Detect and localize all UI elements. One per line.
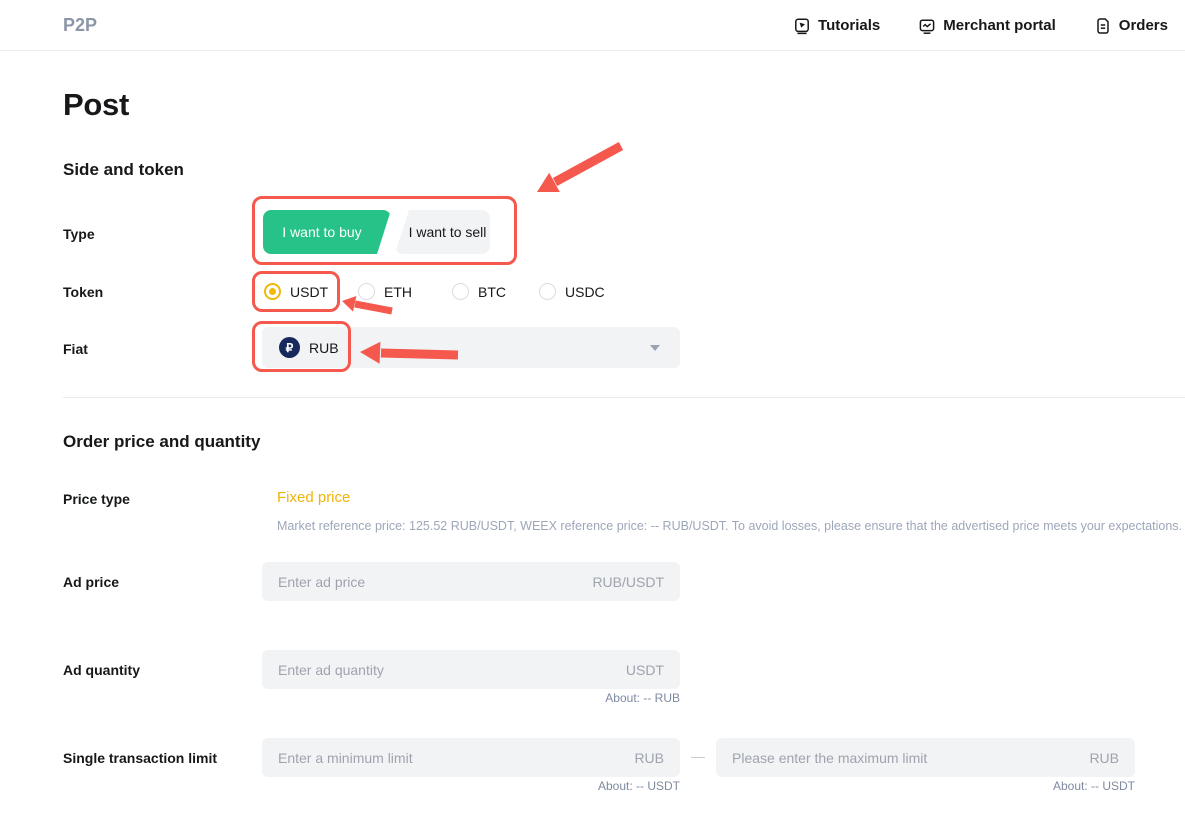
section-divider [63, 397, 1185, 398]
radio-usdc[interactable]: USDC [539, 283, 605, 300]
limit-max-unit: RUB [1089, 750, 1119, 766]
type-label: Type [63, 226, 95, 242]
radio-btc[interactable]: BTC [452, 283, 506, 300]
radio-usdc-label: USDC [565, 284, 605, 300]
limit-min-unit: RUB [634, 750, 664, 766]
side-toggle: I want to buy I want to sell [263, 210, 490, 254]
radio-btc-circle [452, 283, 469, 300]
top-header: P2P Tutorials [0, 0, 1185, 51]
limit-min-input[interactable] [278, 750, 624, 766]
radio-eth-label: ETH [384, 284, 412, 300]
ad-price-label: Ad price [63, 574, 119, 590]
ad-quantity-unit: USDT [626, 662, 664, 678]
sell-button[interactable]: I want to sell [395, 210, 490, 254]
limit-min-about: About: -- USDT [262, 779, 680, 793]
ad-quantity-field: USDT [262, 650, 680, 689]
ruble-coin-icon: ₽ [279, 337, 300, 358]
annotation-arrow-type [523, 136, 628, 198]
radio-eth[interactable]: ETH [358, 283, 412, 300]
page-title: Post [63, 87, 129, 123]
token-label: Token [63, 284, 103, 300]
ad-price-field: RUB/USDT [262, 562, 680, 601]
limit-separator: — [684, 748, 712, 764]
section-heading-side-token: Side and token [63, 160, 184, 180]
nav-orders[interactable]: Orders [1094, 17, 1168, 35]
fiat-value: RUB [309, 340, 339, 356]
header-nav: Tutorials Merchant portal [793, 0, 1168, 51]
radio-usdt[interactable]: USDT [264, 283, 328, 300]
radio-usdt-label: USDT [290, 284, 328, 300]
radio-eth-circle [358, 283, 375, 300]
price-type-label: Price type [63, 491, 130, 507]
p2p-logo[interactable]: P2P [63, 0, 97, 51]
limit-max-input[interactable] [732, 750, 1079, 766]
ad-price-input[interactable] [278, 574, 582, 590]
fiat-label: Fiat [63, 341, 88, 357]
limit-min-field: RUB [262, 738, 680, 777]
ad-price-unit: RUB/USDT [592, 574, 664, 590]
nav-merchant-portal[interactable]: Merchant portal [918, 17, 1056, 35]
section-heading-order: Order price and quantity [63, 432, 260, 452]
buy-button[interactable]: I want to buy [263, 210, 391, 254]
limit-max-about: About: -- USDT [716, 779, 1135, 793]
p2p-post-page: P2P Tutorials [0, 0, 1185, 824]
fiat-select[interactable]: ₽ RUB [262, 327, 680, 368]
price-reference-hint: Market reference price: 125.52 RUB/USDT,… [277, 519, 1182, 533]
ad-quantity-about: About: -- RUB [262, 691, 680, 705]
chevron-down-icon [650, 345, 660, 351]
limit-label: Single transaction limit [63, 750, 217, 766]
merchant-portal-icon [918, 17, 936, 35]
nav-orders-label: Orders [1119, 17, 1168, 34]
orders-icon [1094, 17, 1112, 35]
ad-quantity-input[interactable] [278, 662, 616, 678]
tutorials-icon [793, 17, 811, 35]
ad-quantity-label: Ad quantity [63, 662, 140, 678]
price-type-value[interactable]: Fixed price [277, 489, 350, 506]
radio-usdt-circle [264, 283, 281, 300]
nav-merchant-portal-label: Merchant portal [943, 17, 1056, 34]
radio-btc-label: BTC [478, 284, 506, 300]
nav-tutorials[interactable]: Tutorials [793, 17, 880, 35]
nav-tutorials-label: Tutorials [818, 17, 880, 34]
radio-usdc-circle [539, 283, 556, 300]
limit-max-field: RUB [716, 738, 1135, 777]
